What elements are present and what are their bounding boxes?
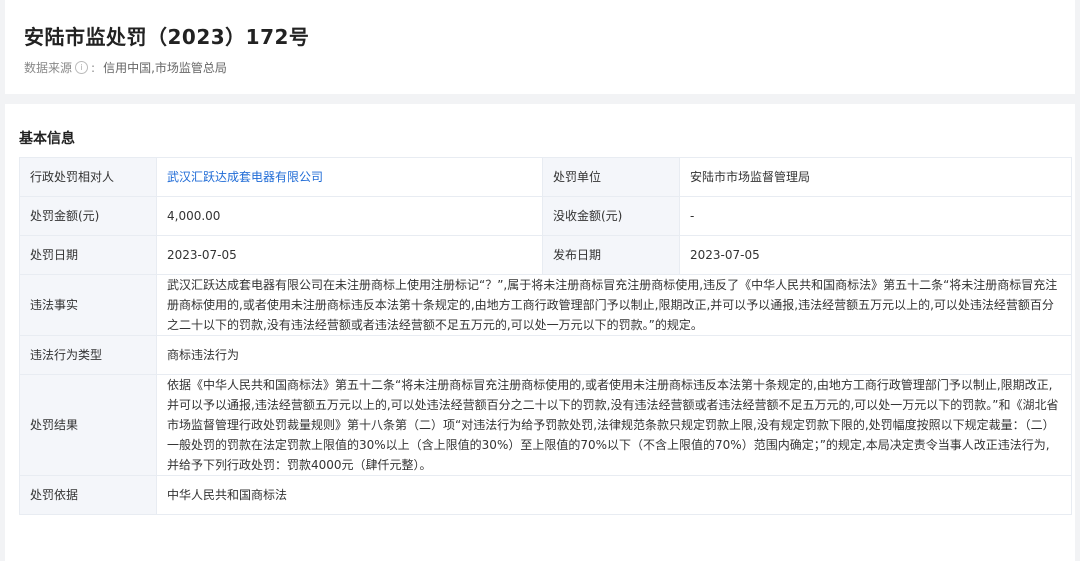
date-value: 2023-07-05 [156, 235, 543, 275]
table-row: 处罚依据 中华人民共和国商标法 [19, 475, 1072, 515]
basic-info-panel: 基本信息 行政处罚相对人 武汉汇跃达成套电器有限公司 处罚单位 安陆市市场监督管… [5, 104, 1075, 561]
table-row: 处罚结果 依据《中华人民共和国商标法》第五十二条“将未注册商标冒充注册商标使用的… [19, 374, 1072, 476]
table-row: 处罚日期 2023-07-05 发布日期 2023-07-05 [19, 235, 1072, 275]
confiscated-label: 没收金额(元) [542, 196, 680, 236]
confiscated-value: - [679, 196, 1072, 236]
colon-separator: : [91, 60, 96, 75]
section-title: 基本信息 [19, 131, 75, 147]
info-icon[interactable]: i [75, 61, 89, 74]
basis-value: 中华人民共和国商标法 [156, 475, 1072, 515]
type-value: 商标违法行为 [156, 335, 1072, 375]
facts-label: 违法事实 [19, 274, 157, 336]
result-value: 依据《中华人民共和国商标法》第五十二条“将未注册商标冒充注册商标使用的,或者使用… [156, 374, 1072, 476]
unit-value: 安陆市市场监督管理局 [679, 157, 1072, 197]
table-row: 违法行为类型 商标违法行为 [19, 335, 1072, 375]
publish-label: 发布日期 [542, 235, 680, 275]
table-row: 行政处罚相对人 武汉汇跃达成套电器有限公司 处罚单位 安陆市市场监督管理局 [19, 157, 1072, 197]
data-source: 数据来源 i : 信用中国,市场监管总局 [24, 59, 227, 76]
type-label: 违法行为类型 [19, 335, 157, 375]
basis-label: 处罚依据 [19, 475, 157, 515]
basic-info-table: 行政处罚相对人 武汉汇跃达成套电器有限公司 处罚单位 安陆市市场监督管理局 处罚… [19, 157, 1072, 515]
page-header: 安陆市监处罚（2023）172号 数据来源 i : 信用中国,市场监管总局 [5, 0, 1075, 94]
result-label: 处罚结果 [19, 374, 157, 476]
amount-label: 处罚金额(元) [19, 196, 157, 236]
party-label: 行政处罚相对人 [19, 157, 157, 197]
table-row: 处罚金额(元) 4,000.00 没收金额(元) - [19, 196, 1072, 236]
table-row: 违法事实 武汉汇跃达成套电器有限公司在未注册商标上使用注册标记“？”,属于将未注… [19, 274, 1072, 336]
publish-value: 2023-07-05 [679, 235, 1072, 275]
facts-value: 武汉汇跃达成套电器有限公司在未注册商标上使用注册标记“？”,属于将未注册商标冒充… [156, 274, 1072, 336]
date-label: 处罚日期 [19, 235, 157, 275]
data-source-label: 数据来源 [24, 61, 73, 75]
amount-value: 4,000.00 [156, 196, 543, 236]
party-link[interactable]: 武汉汇跃达成套电器有限公司 [156, 157, 543, 197]
data-source-value: 信用中国,市场监管总局 [103, 61, 227, 75]
page-title: 安陆市监处罚（2023）172号 [24, 25, 310, 49]
unit-label: 处罚单位 [542, 157, 680, 197]
